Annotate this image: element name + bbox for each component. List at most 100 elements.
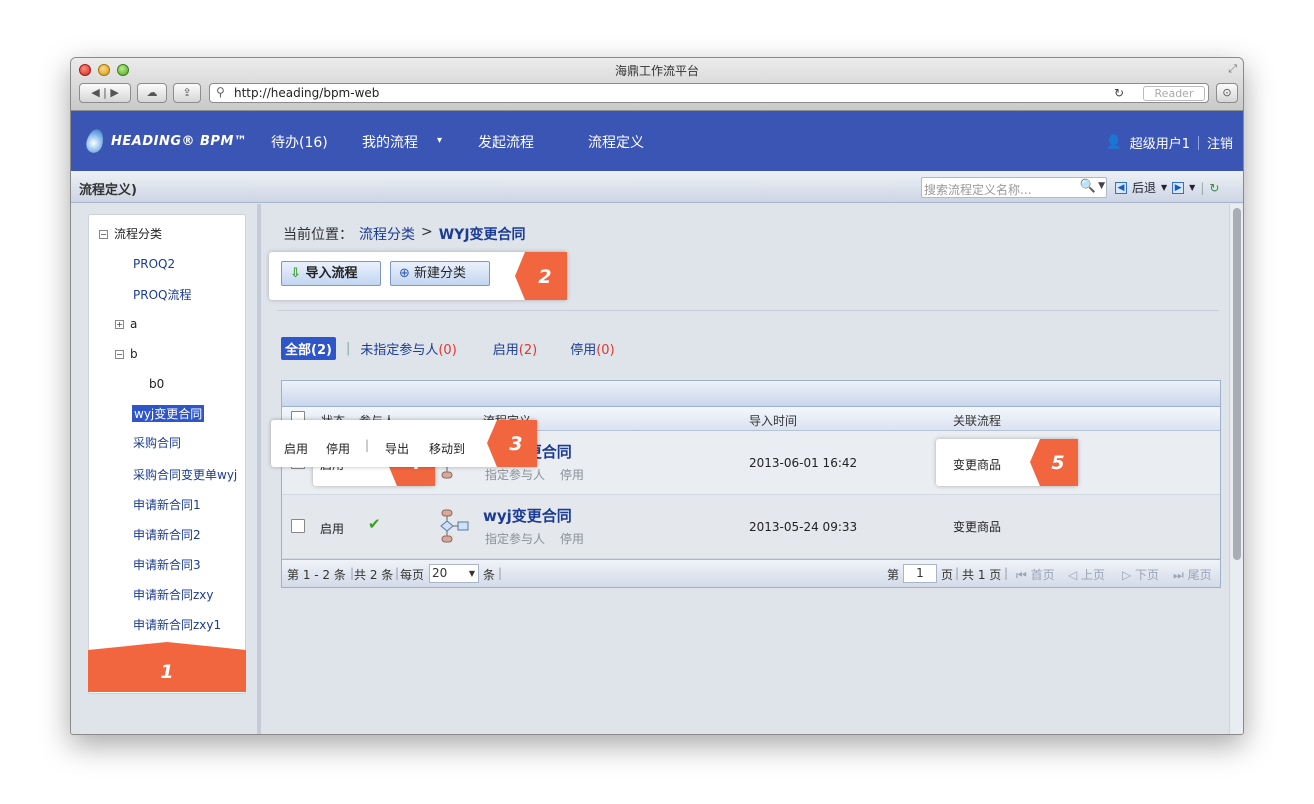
filter-disabled[interactable]: 停用(0) xyxy=(570,339,614,358)
water-drop-icon xyxy=(84,127,106,155)
tree-item[interactable]: PROQ2 xyxy=(133,257,175,271)
last-page-button[interactable]: ⏭ 尾页 xyxy=(1173,566,1212,583)
first-page-button[interactable]: ⏮ 首页 xyxy=(1016,566,1055,583)
col-related: 关联流程 xyxy=(953,414,1002,428)
address-bar[interactable]: ⚲ http://heading/bpm-web ↻ Reader xyxy=(209,83,1209,103)
status-filters: 全部(2) | 未指定参与人(0) 启用(2) 停用(0) xyxy=(281,337,615,360)
tree-root[interactable]: − 流程分类 xyxy=(99,225,162,242)
reader-button[interactable]: Reader xyxy=(1143,86,1205,101)
username[interactable]: 超级用户1 xyxy=(1130,133,1190,152)
assign-participants-link[interactable]: 指定参与人 xyxy=(485,530,545,547)
per-page-unit: 条 xyxy=(483,568,496,582)
filter-all[interactable]: 全部(2) xyxy=(281,337,336,360)
logo: HEADING® BPM™ xyxy=(84,127,247,155)
disable-link[interactable]: 停用 xyxy=(560,530,584,547)
callout-3: 启用 停用 | 导出 移动到 3 xyxy=(271,420,537,467)
tree-item-b[interactable]: − b xyxy=(115,347,138,361)
enable-button[interactable]: 启用 xyxy=(284,440,308,457)
search-icon[interactable]: 🔍 xyxy=(1080,179,1096,194)
tree-item[interactable]: 采购合同变更单wyj xyxy=(133,466,237,483)
assign-participants-link[interactable]: 指定参与人 xyxy=(485,466,545,483)
record-range: 第 1 - 2 条 xyxy=(287,568,346,582)
grid-toolbar xyxy=(282,381,1220,407)
page-number-input[interactable]: 1 xyxy=(903,564,937,583)
nav-start-process[interactable]: 发起流程 xyxy=(478,132,534,152)
move-to-button[interactable]: 移动到 xyxy=(429,440,465,457)
chevron-down-icon[interactable]: ▼ xyxy=(1189,183,1195,192)
per-page-label: 每页 xyxy=(400,568,425,582)
category-tree: − 流程分类 PROQ2 PROQ流程 + a − b b0 wyj变更合同 采购合同… xyxy=(88,214,246,694)
downloads-icon[interactable]: ⊙ xyxy=(1216,83,1238,103)
tree-item[interactable]: 申请新合同3 xyxy=(133,556,201,573)
pagination-bar: 第 1 - 2 条 | 共 2 条 | 每页 20 ▼ 条 | 第 1 页 | … xyxy=(282,559,1220,587)
fullscreen-icon[interactable]: ⤢ xyxy=(1228,62,1237,76)
vertical-scrollbar[interactable] xyxy=(1229,204,1243,734)
new-category-button[interactable]: ⊕ 新建分类 xyxy=(390,261,490,286)
checkmark-icon: ✔ xyxy=(368,515,381,533)
row-checkbox[interactable] xyxy=(291,519,305,533)
export-button[interactable]: 导出 xyxy=(385,440,409,457)
chevron-down-icon[interactable]: ▼ xyxy=(1161,183,1167,192)
divider: | xyxy=(395,566,400,580)
callout-5: 变更商品 5 xyxy=(936,439,1078,486)
process-grid: 状态 参与人 流程定义 导入时间 关联流程 启用 ✔ 4 xyxy=(281,380,1221,588)
breadcrumb: 当前位置： 流程分类 > WYJ变更合同 xyxy=(283,224,526,244)
tree-item[interactable]: PROQ流程 xyxy=(133,286,191,303)
back-button[interactable]: 后退 xyxy=(1132,179,1156,196)
col-import-time: 导入时间 xyxy=(749,414,798,428)
chevron-down-icon[interactable]: ▼ xyxy=(1098,181,1105,191)
tree-item[interactable]: 申请新合同zxy1 xyxy=(133,616,221,633)
collapse-icon[interactable]: − xyxy=(99,230,108,239)
breadcrumb-prefix: 当前位置： xyxy=(283,227,353,243)
expand-icon[interactable]: + xyxy=(115,320,124,329)
tree-item[interactable]: 申请新合同1 xyxy=(133,496,201,513)
url-text: http://heading/bpm-web xyxy=(234,86,380,100)
tree-item-a[interactable]: + a xyxy=(115,317,137,331)
breadcrumb-link[interactable]: 流程分类 xyxy=(359,224,415,244)
history-tools: ◀ 后退 ▼ ▶ ▼ | ↻ xyxy=(1115,179,1219,196)
back-forward-button[interactable]: ◀ | ▶ xyxy=(79,83,131,103)
icloud-icon[interactable]: ☁ xyxy=(137,83,167,103)
reload-icon[interactable]: ↻ xyxy=(1114,86,1124,100)
import-process-button[interactable]: ⇩ 导入流程 xyxy=(281,261,381,286)
filter-enabled[interactable]: 启用(2) xyxy=(493,339,537,358)
chevron-down-icon[interactable]: ▾ xyxy=(437,135,442,146)
down-arrow-icon: ⇩ xyxy=(290,266,301,281)
per-page-select[interactable]: 20 ▼ xyxy=(429,564,479,583)
table-row[interactable]: 启用 ✔ wyj变更合同 指定参与人 停用 2013-05-24 09:33 变… xyxy=(282,495,1220,559)
related-process-link[interactable]: 变更商品 xyxy=(953,518,1001,535)
search-input[interactable]: 搜索流程定义名称... 🔍 ▼ xyxy=(921,177,1107,198)
nav-todo[interactable]: 待办(16) xyxy=(271,132,328,152)
nav-process-definition[interactable]: 流程定义 xyxy=(588,132,644,152)
badge-number: 1 xyxy=(160,661,173,683)
record-total: 共 2 条 xyxy=(354,568,394,582)
logout-link[interactable]: 注销 xyxy=(1207,133,1233,152)
process-name-link[interactable]: wyj变更合同 xyxy=(483,505,572,526)
tree-item[interactable]: 采购合同 xyxy=(133,434,181,451)
tree-item[interactable]: 申请新合同zxy xyxy=(133,586,214,603)
main-panel: 当前位置： 流程分类 > WYJ变更合同 ⇩ 导入流程 ⊕ 新建分类 2 全部(… xyxy=(265,204,1231,734)
disable-link[interactable]: 停用 xyxy=(560,466,584,483)
badge-2: 2 xyxy=(515,252,567,300)
next-page-button[interactable]: ▷ 下页 xyxy=(1122,566,1159,583)
disable-button[interactable]: 停用 xyxy=(326,440,350,457)
breadcrumb-separator: > xyxy=(421,224,433,240)
tree-item[interactable]: b0 xyxy=(149,377,164,391)
nav-my-process[interactable]: 我的流程 xyxy=(362,132,418,152)
divider: | xyxy=(365,438,370,452)
back-arrow-icon[interactable]: ◀ xyxy=(1115,181,1127,194)
tree-item[interactable]: 申请新合同2 xyxy=(133,526,201,543)
collapse-icon[interactable]: − xyxy=(115,350,124,359)
window-title: 海鼎工作流平台 xyxy=(614,64,699,78)
plus-circle-icon: ⊕ xyxy=(399,266,410,281)
related-process-link[interactable]: 变更商品 xyxy=(953,456,1001,473)
page-title: 流程定义) xyxy=(79,183,137,198)
subheader: 流程定义) 搜索流程定义名称... 🔍 ▼ ◀ 后退 ▼ ▶ ▼ | ↻ xyxy=(71,171,1243,203)
tree-item-selected[interactable]: wyj变更合同 xyxy=(132,405,205,422)
forward-arrow-icon[interactable]: ▶ xyxy=(1172,181,1185,194)
share-icon[interactable]: ⇪ xyxy=(173,83,201,103)
filter-unassigned[interactable]: 未指定参与人(0) xyxy=(360,339,456,358)
refresh-icon[interactable]: ↻ xyxy=(1209,181,1219,195)
scrollbar-thumb[interactable] xyxy=(1233,208,1241,560)
prev-page-button[interactable]: ◁ 上页 xyxy=(1068,566,1105,583)
